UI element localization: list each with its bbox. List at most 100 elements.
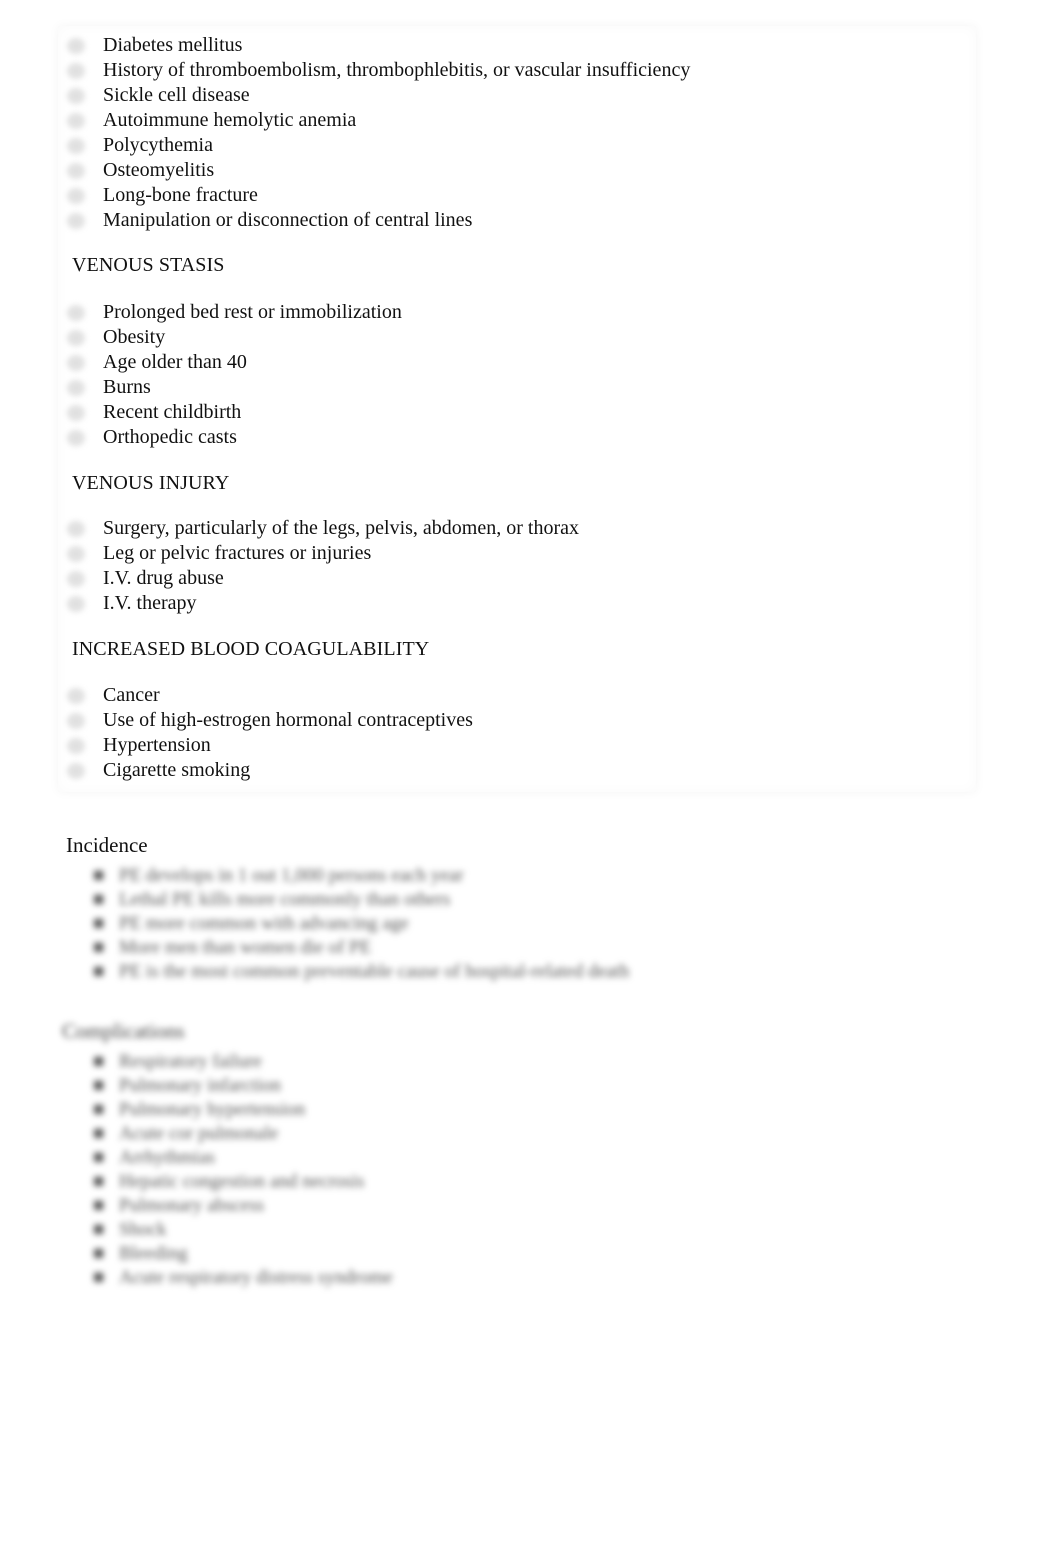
bullet-icon <box>67 688 85 704</box>
bullet-icon: ■ <box>93 937 105 958</box>
list-item: ■ Acute cor pulmonale <box>93 1122 393 1146</box>
list-item-text: Osteomyelitis <box>103 159 215 181</box>
list-item: Prolonged bed rest or immobilization <box>67 300 402 325</box>
bullet-icon <box>67 521 85 537</box>
list-item-text: I.V. drug abuse <box>103 567 224 589</box>
bullet-icon: ■ <box>93 1171 105 1192</box>
list-item: Polycythemia <box>67 133 690 158</box>
bullet-icon <box>67 213 85 229</box>
increased-coagulability-list: Cancer Use of high-estrogen hormonal con… <box>67 683 473 783</box>
bullet-icon: ■ <box>93 1147 105 1168</box>
bullet-icon: ■ <box>93 1219 105 1240</box>
complications-list-blurred: ■ Respiratory failure ■ Pulmonary infarcti… <box>93 1050 393 1290</box>
list-item-text: Lethal PE kills more commonly than other… <box>119 889 451 910</box>
list-item-text: PE more common with advancing age <box>119 913 409 934</box>
list-item: ■ Pulmonary infarction <box>93 1074 393 1098</box>
bullet-icon <box>67 713 85 729</box>
bullet-icon <box>67 738 85 754</box>
list-item: ■ Pulmonary abscess <box>93 1194 393 1218</box>
list-item-text: Pulmonary hypertension <box>119 1099 306 1120</box>
list-item-text: PE is the most common preventable cause … <box>119 961 630 982</box>
bullet-icon: ■ <box>93 913 105 934</box>
list-item: Orthopedic casts <box>67 425 402 450</box>
list-item: Cancer <box>67 683 473 708</box>
list-item-text: Use of high-estrogen hormonal contracept… <box>103 709 473 731</box>
bullet-icon <box>67 113 85 129</box>
list-item: ■ Acute respiratory distress syndrome <box>93 1266 393 1290</box>
list-item: Cigarette smoking <box>67 758 473 783</box>
bullet-icon <box>67 88 85 104</box>
list-item: History of thromboembolism, thrombophleb… <box>67 58 691 83</box>
list-item: ■ Pulmonary hypertension <box>93 1098 393 1122</box>
bullet-icon: ■ <box>93 1099 105 1120</box>
bullet-icon <box>67 546 85 562</box>
list-item: ■ Bleeding <box>93 1242 393 1266</box>
venous-injury-heading: VENOUS INJURY <box>72 472 230 494</box>
list-item: ■ Arrhythmias <box>93 1146 393 1170</box>
list-item: ■ PE is the most common preventable cause… <box>93 960 629 984</box>
bullet-icon <box>67 763 85 779</box>
list-item: Surgery, particularly of the legs, pelvi… <box>67 516 579 541</box>
list-item: ■ Hepatic congestion and necrosis <box>93 1170 393 1194</box>
list-item: Long-bone fracture <box>67 183 690 208</box>
incidence-heading: Incidence <box>66 833 148 857</box>
list-item: Sickle cell disease <box>67 83 690 108</box>
bullet-icon <box>67 163 85 179</box>
increased-coagulability-heading: INCREASED BLOOD COAGULABILITY <box>72 638 430 660</box>
list-item: I.V. drug abuse <box>67 566 579 591</box>
list-item-text: More men than women die of PE <box>119 937 372 958</box>
bullet-icon <box>67 380 85 396</box>
list-item: Recent childbirth <box>67 400 402 425</box>
list-item-text: Arrhythmias <box>119 1147 216 1168</box>
venous-injury-list: Surgery, particularly of the legs, pelvi… <box>67 516 579 616</box>
list-item-text: Obesity <box>103 326 166 348</box>
bullet-icon: ■ <box>93 1267 105 1288</box>
list-item: ■ PE develops in 1 out 1,000 persons each… <box>93 864 629 888</box>
bullet-icon <box>67 138 85 154</box>
list-item: ■ Lethal PE kills more commonly than othe… <box>93 888 629 912</box>
risk-factors-box: Diabetes mellitus History of thromboembo… <box>58 26 976 792</box>
bullet-icon <box>67 330 85 346</box>
list-item: ■ PE more common with advancing age <box>93 912 629 936</box>
list-item: ■ Shock <box>93 1218 393 1242</box>
list-item-text: PE develops in 1 out 1,000 persons each … <box>119 865 464 886</box>
list-item-text: I.V. therapy <box>103 592 197 614</box>
bullet-icon <box>67 571 85 587</box>
bullet-icon: ■ <box>93 961 105 982</box>
bullet-icon: ■ <box>93 889 105 910</box>
list-item-text: Hypertension <box>103 734 211 756</box>
list-item: Hypertension <box>67 733 473 758</box>
list-item-text: Burns <box>103 376 151 398</box>
list-item-text: Pulmonary abscess <box>119 1195 265 1216</box>
list-item: Leg or pelvic fractures or injuries <box>67 541 579 566</box>
list-item: ■ More men than women die of PE <box>93 936 629 960</box>
venous-stasis-list: Prolonged bed rest or immobilization Obe… <box>67 300 402 450</box>
list-item: Age older than 40 <box>67 350 402 375</box>
bullet-icon <box>67 188 85 204</box>
bullet-icon <box>67 405 85 421</box>
list-item: ■ Respiratory failure <box>93 1050 393 1074</box>
list-item-text: Cigarette smoking <box>103 759 251 781</box>
list-item-text: History of thromboembolism, thrombophleb… <box>103 59 691 81</box>
incidence-list-blurred: ■ PE develops in 1 out 1,000 persons each… <box>93 864 629 984</box>
bullet-icon <box>67 430 85 446</box>
risk-factor-list-general: Diabetes mellitus History of thromboembo… <box>67 33 691 233</box>
list-item: Autoimmune hemolytic anemia <box>67 108 690 133</box>
bullet-icon <box>67 38 85 54</box>
bullet-icon: ■ <box>93 1123 105 1144</box>
bullet-icon: ■ <box>93 865 105 886</box>
bullet-icon: ■ <box>93 1195 105 1216</box>
list-item-text: Diabetes mellitus <box>103 34 243 56</box>
list-item-text: Pulmonary infarction <box>119 1075 281 1096</box>
bullet-icon <box>67 596 85 612</box>
bullet-icon <box>67 355 85 371</box>
list-item-text: Prolonged bed rest or immobilization <box>103 301 402 323</box>
bullet-icon: ■ <box>93 1075 105 1096</box>
list-item-text: Polycythemia <box>103 134 213 156</box>
list-item-text: Hepatic congestion and necrosis <box>119 1171 365 1192</box>
list-item-text: Long-bone fracture <box>103 184 258 206</box>
list-item-text: Shock <box>119 1219 167 1240</box>
list-item-text: Sickle cell disease <box>103 84 250 106</box>
bullet-icon: ■ <box>93 1051 105 1072</box>
list-item-text: Recent childbirth <box>103 401 242 423</box>
